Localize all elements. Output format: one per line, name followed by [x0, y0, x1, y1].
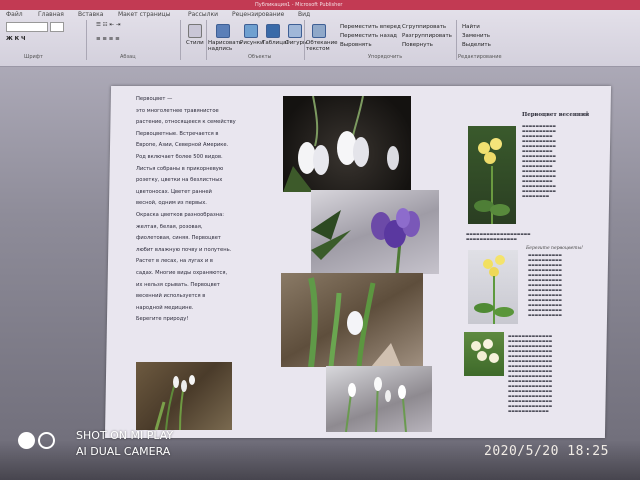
group-font-label: Шрифт [24, 54, 43, 60]
text-line: весенний используется в [136, 293, 206, 300]
text-line: любит влажную почву и полутень. [136, 246, 232, 253]
text-line: Род включает более 500 видов. [136, 153, 223, 160]
text-line: Окраска цветков разнообразна: [136, 211, 225, 218]
primrose-photo[interactable] [468, 126, 516, 224]
lens-ring-icon [38, 432, 55, 449]
yellow-primrose-photo[interactable] [468, 250, 518, 324]
text-line: Листья собраны в прикорневую [136, 165, 224, 172]
ribbon: Публикация1 - Microsoft Publisher Файл Г… [0, 0, 640, 67]
text-line: Европе, Азии, Северной Америке. [136, 142, 229, 149]
ungroup-button[interactable]: Разгруппировать [402, 33, 452, 39]
body-text-block: ▬▬▬▬▬▬▬▬▬▬▬▬▬▬▬▬▬▬▬▬▬▬▬▬▬▬▬▬▬▬▬▬▬▬▬▬▬▬▬▬… [528, 253, 562, 317]
bullets-button[interactable]: ☰ ☷ ⇤ ⇥ [96, 22, 120, 28]
text-line: их нельзя срывать. Первоцвет [136, 281, 220, 288]
text-line: Первоцветные. Встречается в [136, 130, 219, 137]
textbox-icon[interactable] [216, 24, 230, 38]
white-primrose-photo[interactable] [464, 332, 504, 376]
heading-primrose: Первоцвет весенний [522, 112, 590, 118]
separator [456, 20, 457, 60]
window-title: Публикация1 - Microsoft Publisher [255, 2, 343, 8]
text-line: цветоносах. Цветет ранней [136, 188, 212, 195]
send-backward-button[interactable]: Переместить назад [340, 33, 397, 39]
bold-button[interactable]: Ж К Ч [6, 36, 26, 42]
caption: Берегите первоцветы! [526, 246, 583, 251]
text-line: весной, одним из первых. [136, 200, 207, 207]
right-text-column-bottom[interactable]: ▬▬▬▬▬▬▬▬▬▬▬▬▬ ▬▬▬▬▬▬▬▬▬▬▬▬▬ ▬▬▬▬▬▬▬▬▬▬▬▬▬ ▬… [508, 334, 604, 414]
pictures-icon[interactable] [244, 24, 258, 38]
body-text-block: ▬▬▬▬▬▬▬▬▬▬▬▬▬▬▬▬▬▬▬▬▬▬▬▬▬▬▬▬▬▬▬▬▬▬▬▬▬▬▬▬… [508, 334, 553, 413]
watermark-logo [18, 432, 58, 449]
tab-view[interactable]: Вид [298, 11, 310, 18]
wrap-text-button[interactable]: Обтекание текстом [306, 40, 338, 52]
styles-button[interactable]: Стили [186, 40, 204, 46]
text-line: растение, относящееся к семейству [136, 119, 236, 126]
text-line: народной медицине. [136, 304, 194, 311]
group-editing-label: Редактирование [458, 54, 502, 60]
body-text-block: ▬▬▬▬▬▬▬▬▬▬▬▬▬▬▬▬▬▬▬ ▬▬▬▬▬▬▬▬▬▬▬▬▬▬▬ [466, 232, 531, 241]
snowdrop-photo-small[interactable] [136, 362, 232, 430]
tab-file[interactable]: Файл [6, 11, 23, 18]
font-name-box[interactable] [6, 22, 48, 32]
tab-mailings[interactable]: Рассылки [188, 11, 218, 18]
text-line: желтая, белая, розовая, [136, 223, 203, 230]
draw-textbox-button[interactable]: Нарисовать надпись [208, 40, 242, 52]
align-button[interactable]: Выровнять [340, 42, 372, 48]
separator [304, 20, 305, 60]
title-bar: Публикация1 - Microsoft Publisher [0, 0, 640, 10]
group-button[interactable]: Сгруппировать [402, 24, 446, 30]
left-text-column[interactable]: Первоцвет — это многолетнее травянистое … [136, 94, 276, 326]
text-line: Берегите природу! [136, 316, 189, 323]
text-line: это многолетнее травянистое [136, 107, 219, 114]
text-line: розетку, цветки на безлистных [136, 177, 223, 184]
rotate-button[interactable]: Повернуть [402, 42, 433, 48]
tab-insert[interactable]: Вставка [78, 11, 103, 18]
snowdrop-cluster-photo[interactable] [326, 366, 432, 432]
table-button[interactable]: Таблица [262, 40, 286, 46]
right-text-column[interactable]: Первоцвет весенний ▬▬▬▬▬▬▬▬▬▬ ▬▬▬▬▬▬▬▬▬▬ ▬… [522, 112, 600, 199]
body-text-block: ▬▬▬▬▬▬▬▬▬▬▬▬▬▬▬▬▬▬▬▬▬▬▬▬▬▬▬▬▬▬▬▬▬▬▬▬▬▬▬▬… [522, 124, 556, 198]
table-icon[interactable] [266, 24, 280, 38]
tab-home[interactable]: Главная [38, 11, 64, 18]
shapes-icon[interactable] [288, 24, 302, 38]
separator [206, 20, 207, 60]
tab-review[interactable]: Рецензирование [232, 11, 284, 18]
pictures-button[interactable]: Рисунки [240, 40, 264, 46]
text-line: Первоцвет — [136, 96, 173, 102]
group-paragraph-label: Абзац [120, 54, 136, 60]
snowdrop-leaves-photo[interactable] [281, 273, 423, 367]
snowdrop-photo-large[interactable] [283, 96, 411, 192]
text-line: Растет в лесах, на лугах и в [136, 258, 213, 265]
watermark-line2: AI DUAL CAMERA [76, 445, 171, 458]
bring-forward-button[interactable]: Переместить вперед [340, 24, 401, 30]
separator [86, 20, 87, 60]
watermark-line1: SHOT ON MI PLAY [76, 429, 174, 442]
group-arrange-label: Упорядочить [368, 54, 403, 60]
tab-layout[interactable]: Макет страницы [118, 11, 171, 18]
ribbon-tabs: Файл Главная Вставка Макет страницы Расс… [0, 10, 640, 19]
photo-timestamp: 2020/5/20 18:25 [484, 444, 609, 459]
font-size-box[interactable] [50, 22, 64, 32]
group-objects-label: Объекты [248, 54, 272, 60]
separator [180, 20, 181, 60]
wrap-text-icon[interactable] [312, 24, 326, 38]
text-line: фиолетовая, синяя. Первоцвет [136, 235, 221, 242]
lens-circle-icon [18, 432, 35, 449]
select-button[interactable]: Выделить [462, 42, 491, 48]
styles-icon[interactable] [188, 24, 202, 38]
replace-button[interactable]: Заменить [462, 33, 490, 39]
align-buttons[interactable]: ≡ ≡ ≡ ≡ [96, 36, 120, 42]
crocus-photo[interactable] [311, 190, 439, 274]
text-line: садах. Многие виды охраняются, [136, 269, 228, 276]
find-button[interactable]: Найти [462, 24, 480, 30]
